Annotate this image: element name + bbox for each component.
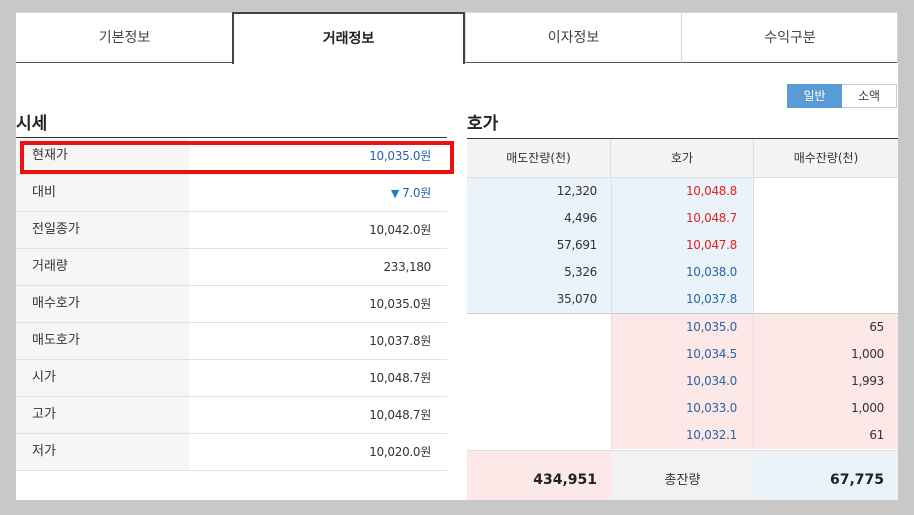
- row-label: 시가: [16, 360, 189, 396]
- ask-block: 12,320 10,048.8 4,496 10,048.7 57,691 10…: [467, 178, 898, 314]
- ask-qty: 5,326: [467, 259, 611, 286]
- row-label: 고가: [16, 397, 189, 433]
- bid-qty: 1,000: [754, 341, 898, 368]
- orderbook-header: 매도잔량(천) 호가 매수잔량(천): [467, 138, 898, 178]
- orderbook-table: 매도잔량(천) 호가 매수잔량(천) 12,320 10,048.8 4,496…: [467, 138, 898, 500]
- change-row: 대비 ▼ 7.0원: [16, 175, 447, 212]
- row-label: 현재가: [16, 138, 189, 174]
- volume-value: 233,180: [383, 260, 431, 274]
- ask-row: 35,070 10,037.8: [467, 286, 898, 313]
- open-price-row: 시가 10,048.7원: [16, 360, 447, 397]
- small-toggle-button[interactable]: 소액: [842, 84, 897, 108]
- bid-qty: 1,993: [754, 368, 898, 395]
- price-header: 호가: [611, 139, 754, 177]
- ask-qty: 12,320: [467, 178, 611, 205]
- bid-row: 10,034.5 1,000: [467, 341, 898, 368]
- bid-price[interactable]: 10,032.1: [611, 422, 754, 449]
- tab-interest-info[interactable]: 이자정보: [465, 12, 681, 63]
- empty-cell: [754, 259, 898, 286]
- ask-qty: 35,070: [467, 286, 611, 313]
- bid-row: 10,035.0 65: [467, 314, 898, 341]
- high-price-row: 고가 10,048.7원: [16, 397, 447, 434]
- ask-price-row: 매도호가 10,037.8원: [16, 323, 447, 360]
- empty-cell: [754, 232, 898, 259]
- change-value-cell: ▼ 7.0원: [189, 175, 447, 211]
- ask-row: 12,320 10,048.8: [467, 178, 898, 205]
- normal-toggle-button[interactable]: 일반: [787, 84, 842, 108]
- ask-row: 4,496 10,048.7: [467, 205, 898, 232]
- orderbook-total-row: 434,951 총잔량 67,775: [467, 450, 898, 500]
- bid-price-row: 매수호가 10,035.0원: [16, 286, 447, 323]
- tab-divider: [897, 12, 898, 63]
- bid-qty: 1,000: [754, 395, 898, 422]
- low-price-value: 10,020.0원: [369, 445, 431, 459]
- bid-qty: 65: [754, 314, 898, 341]
- bid-price[interactable]: 10,033.0: [611, 395, 754, 422]
- sell-qty-header: 매도잔량(천): [467, 139, 611, 177]
- row-label: 거래량: [16, 249, 189, 285]
- trading-info-panel: 기본정보 거래정보 이자정보 수익구분 일반 소액 시세 호가 현재가 10,0…: [16, 12, 898, 500]
- current-price-row: 현재가 10,035.0원: [16, 138, 447, 175]
- ask-row: 5,326 10,038.0: [467, 259, 898, 286]
- open-price-value: 10,048.7원: [369, 371, 431, 385]
- current-price-value: 10,035.0원: [369, 149, 431, 163]
- ask-price[interactable]: 10,038.0: [611, 259, 754, 286]
- ask-price[interactable]: 10,037.8: [611, 286, 754, 313]
- bid-row: 10,032.1 61: [467, 422, 898, 449]
- empty-cell: [754, 205, 898, 232]
- row-label: 매도호가: [16, 323, 189, 359]
- empty-cell: [467, 314, 611, 341]
- tab-basic-info[interactable]: 기본정보: [16, 12, 233, 63]
- bid-price-value: 10,035.0원: [369, 297, 431, 311]
- low-price-row: 저가 10,020.0원: [16, 434, 447, 471]
- ask-price[interactable]: 10,047.8: [611, 232, 754, 259]
- ask-qty: 4,496: [467, 205, 611, 232]
- empty-cell: [754, 286, 898, 313]
- bid-price[interactable]: 10,034.5: [611, 341, 754, 368]
- bid-qty: 61: [754, 422, 898, 449]
- ask-row: 57,691 10,047.8: [467, 232, 898, 259]
- tab-trading-info[interactable]: 거래정보: [232, 12, 465, 64]
- tab-profit-category[interactable]: 수익구분: [681, 12, 898, 63]
- empty-cell: [467, 422, 611, 449]
- high-price-value: 10,048.7원: [369, 408, 431, 422]
- bid-price[interactable]: 10,034.0: [611, 368, 754, 395]
- volume-row: 거래량 233,180: [16, 249, 447, 286]
- row-label: 대비: [16, 175, 189, 211]
- ask-price[interactable]: 10,048.7: [611, 205, 754, 232]
- buy-qty-header: 매수잔량(천): [793, 151, 859, 165]
- orderbook-section-title: 호가: [467, 114, 499, 134]
- bid-row: 10,034.0 1,993: [467, 368, 898, 395]
- down-triangle-icon: ▼: [390, 187, 400, 200]
- empty-cell: [467, 368, 611, 395]
- lot-size-toggle: 일반 소액: [787, 84, 897, 108]
- total-label: 총잔량: [611, 451, 754, 500]
- quote-table: 현재가 10,035.0원 대비 ▼ 7.0원 전일종가 10,042.0원 거래…: [16, 137, 447, 471]
- empty-cell: [467, 395, 611, 422]
- row-label: 매수호가: [16, 286, 189, 322]
- tab-bar: 기본정보 거래정보 이자정보 수익구분: [16, 12, 898, 64]
- empty-cell: [467, 341, 611, 368]
- bid-row: 10,033.0 1,000: [467, 395, 898, 422]
- change-value: 7.0원: [402, 186, 431, 200]
- quote-section-title: 시세: [16, 114, 48, 134]
- prev-close-value: 10,042.0원: [369, 223, 431, 237]
- total-ask-qty: 434,951: [467, 451, 611, 500]
- empty-cell: [754, 178, 898, 205]
- ask-price-value: 10,037.8원: [369, 334, 431, 348]
- ask-qty: 57,691: [467, 232, 611, 259]
- bid-block: 10,035.0 65 10,034.5 1,000 10,034.0 1,99…: [467, 314, 898, 449]
- total-bid-qty: 67,775: [754, 451, 898, 500]
- row-label: 전일종가: [16, 212, 189, 248]
- prev-close-row: 전일종가 10,042.0원: [16, 212, 447, 249]
- bid-price[interactable]: 10,035.0: [611, 314, 754, 341]
- row-label: 저가: [16, 434, 189, 470]
- ask-price[interactable]: 10,048.8: [611, 178, 754, 205]
